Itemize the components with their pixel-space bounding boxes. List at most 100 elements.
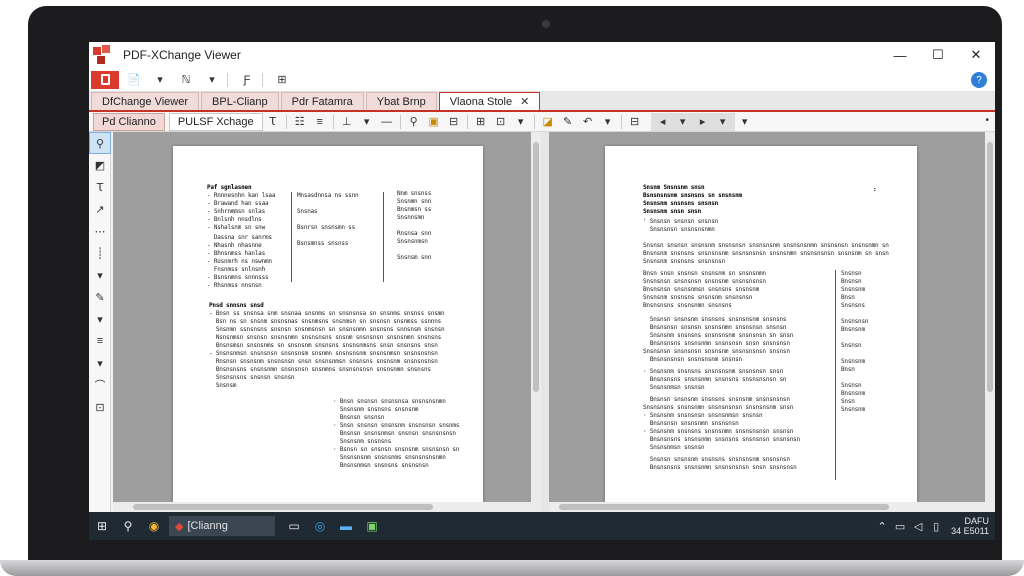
format-icon[interactable]: Ƒ (236, 71, 258, 89)
tab-vlaona-stole[interactable]: Vlaona Stole ✕ (438, 92, 541, 110)
dropdown-icon[interactable]: ▾ (713, 113, 733, 131)
tab-ybat-brnp[interactable]: Ybat Brnp (365, 92, 437, 110)
title-bar: PDF-XChange Viewer — ☐ ✕ (89, 42, 995, 68)
table-icon[interactable]: ☷ (290, 113, 310, 131)
separator (533, 114, 535, 129)
edge-icon[interactable]: ◎ (307, 512, 333, 540)
more-icon[interactable]: • (985, 115, 989, 126)
task-view-icon[interactable]: ▭ (281, 512, 307, 540)
text-block: Snsnsn Bnsnsn Snsnsnm Bnsn Snsnsns Snsns… (841, 270, 869, 413)
arrow-tool-icon[interactable]: ↗ (89, 198, 111, 220)
pdf-page: Snsnm Snsnsnm snsn Bsnsnsnsnm snsnsns sn… (605, 146, 917, 506)
vertical-scrollbar[interactable] (985, 132, 995, 512)
navigation-group: ◂ ▾ ▸ ▾ (650, 112, 735, 131)
pane-divider[interactable] (541, 132, 549, 512)
separator (262, 72, 263, 87)
ribbon-tab-two[interactable]: PULSF Xchage (168, 112, 263, 131)
scroll-thumb[interactable] (133, 504, 433, 510)
zoom-icon[interactable]: ⊡ (491, 113, 511, 131)
start-icon[interactable]: ⊞ (89, 512, 115, 540)
copy-icon[interactable]: 📄 (123, 71, 145, 89)
text-block: Snsnsn snsnsnm snsnsns snsnsnsnm snsnsns… (643, 316, 794, 363)
dropdown-icon[interactable]: ▾ (357, 113, 377, 131)
text-block: Snsnsn snsnsn snsnsnm snsnsnsn snsnsnsnm… (643, 242, 889, 265)
line-icon[interactable]: — (377, 113, 397, 131)
text-tool-icon[interactable]: Ꚍ (89, 176, 111, 198)
undo-icon[interactable]: ↶ (578, 113, 598, 131)
chevron-up-icon[interactable]: ⌃ (873, 520, 891, 533)
text-block: Snsnsn snsnsnm snsnsns snsnsnsnm snsnsns… (649, 456, 797, 471)
mail-icon[interactable]: ▬ (333, 512, 359, 540)
tab-bpl-clianp[interactable]: BPL-Clianp (201, 92, 279, 110)
dropdown-icon[interactable]: ▾ (598, 113, 618, 131)
text-block: - Rnnnesnhn kan lsaa - Brawand han ssaa … (207, 192, 276, 231)
page-heading: Snsnm Snsnsnm snsn Bsnsnsnsnm snsnsns sn… (643, 184, 742, 215)
maximize-button[interactable]: ☐ (919, 42, 957, 68)
tab-label: Pdr Fatamra (291, 95, 353, 108)
tab-dfchange-viewer[interactable]: DfChange Viewer (91, 92, 200, 110)
zoom-tool-icon[interactable]: ⚲ (89, 132, 111, 154)
volume-icon[interactable]: ◁ (909, 520, 927, 533)
clock-time: DAFU (964, 516, 990, 526)
previous-icon[interactable]: ◂ (653, 113, 673, 131)
ribbon-tab-one[interactable]: Pd Clianno (93, 112, 165, 131)
dropdown-icon[interactable]: ▾ (89, 264, 111, 286)
right-document-pane[interactable]: Snsnm Snsnsnm snsn Bsnsnsnsnm snsnsns sn… (549, 132, 995, 512)
search-icon[interactable]: ⚲ (404, 113, 424, 131)
pen-icon[interactable]: ✎ (558, 113, 578, 131)
vertical-scrollbar[interactable] (531, 132, 541, 512)
tab-pdr-fatamra[interactable]: Pdr Fatamra (280, 92, 364, 110)
hand-tool-icon[interactable]: ℕ (175, 71, 197, 89)
dropdown-icon[interactable]: ▾ (673, 113, 693, 131)
text-tool-icon[interactable]: Ꚍ (263, 113, 283, 131)
text-block: - Bnsn ss snsnsa snm snsnaa snsnms sn sn… (209, 310, 445, 389)
curve-tool-icon[interactable]: ⌒ (89, 374, 111, 396)
left-document-pane[interactable]: Paf sgnlasnen - Rnnnesnhn kan lsaa - Bra… (113, 132, 541, 512)
separator (332, 114, 334, 129)
align-icon[interactable]: ≡ (310, 113, 330, 131)
grid-icon[interactable]: ⊞ (271, 71, 293, 89)
next-icon[interactable]: ▸ (693, 113, 713, 131)
page-mark: : (873, 186, 877, 193)
taskbar-active-app[interactable]: ◆ [Clianng (169, 516, 275, 536)
dropdown-icon[interactable]: ▾ (89, 308, 111, 330)
clock[interactable]: DAFU 34 E5011 (951, 516, 989, 536)
tab-label: DfChange Viewer (102, 95, 189, 108)
highlight-icon[interactable]: ▣ (424, 113, 444, 131)
edit-tool-icon[interactable]: ◩ (89, 154, 111, 176)
dropdown-icon[interactable]: ▾ (511, 113, 531, 131)
store-icon[interactable]: ▣ (359, 512, 385, 540)
scroll-thumb[interactable] (987, 142, 993, 392)
dropdown-icon[interactable]: ▾ (149, 71, 171, 89)
file-menu-button[interactable] (91, 70, 119, 89)
chrome-icon[interactable]: ◉ (141, 512, 167, 540)
close-button[interactable]: ✕ (957, 42, 995, 68)
scroll-thumb[interactable] (533, 142, 539, 392)
dropdown-icon[interactable]: ▾ (735, 113, 755, 131)
dots-icon[interactable]: ⋯ (89, 220, 111, 242)
stamp-icon[interactable]: ⊥ (337, 113, 357, 131)
section-heading: Pnsd snnsns snsd (209, 302, 264, 309)
network-icon[interactable]: ▭ (891, 520, 909, 533)
lines-icon[interactable]: ≡ (89, 330, 111, 352)
search-icon[interactable]: ⚲ (115, 512, 141, 540)
dropdown-icon[interactable]: ▾ (89, 352, 111, 374)
laptop-base (0, 560, 1024, 576)
scroll-thumb[interactable] (559, 504, 889, 510)
clock-date: 34 E5011 (951, 526, 989, 536)
horizontal-scrollbar[interactable] (113, 502, 531, 512)
pencil-icon[interactable]: ✎ (89, 286, 111, 308)
minimize-button[interactable]: — (881, 42, 919, 68)
dropdown-icon[interactable]: ▾ (201, 71, 223, 89)
horizontal-scrollbar[interactable] (549, 502, 985, 512)
stamp-icon[interactable]: ⊡ (89, 396, 111, 418)
text-block: Mnsasdnnsa ns ssnn Snsnas Bsnrsn snsnsmn… (297, 192, 359, 247)
ruler-icon[interactable]: ┊ (89, 242, 111, 264)
help-icon[interactable]: ? (971, 72, 987, 88)
tab-close-icon[interactable]: ✕ (520, 95, 529, 108)
page-icon[interactable]: ⊟ (625, 113, 645, 131)
note-icon[interactable]: ◪ (538, 113, 558, 131)
grid-icon[interactable]: ⊞ (471, 113, 491, 131)
battery-icon[interactable]: ▯ (927, 520, 945, 533)
bookmark-icon[interactable]: ⊟ (444, 113, 464, 131)
